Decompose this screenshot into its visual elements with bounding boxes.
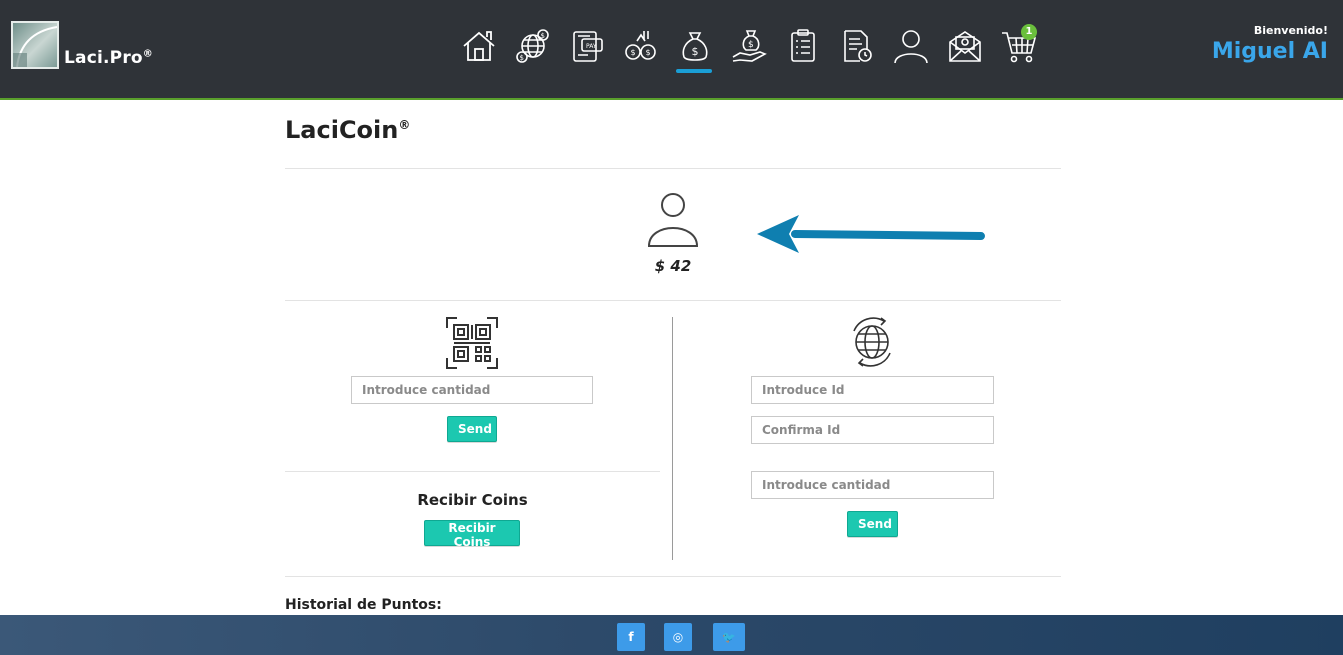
qr-send-button[interactable]: Send: [447, 416, 497, 442]
nav-profile[interactable]: [884, 27, 938, 75]
brand-logo[interactable]: [11, 21, 59, 69]
home-icon: [463, 31, 495, 61]
document-clock-icon: [844, 30, 872, 62]
divider: [285, 576, 1061, 577]
nav-clipboard[interactable]: [776, 27, 830, 75]
confirm-id-input[interactable]: [751, 416, 994, 444]
transfer-send-button[interactable]: Send: [847, 511, 898, 537]
nav-pay[interactable]: PAY: [560, 27, 614, 75]
facebook-link[interactable]: f: [617, 623, 645, 651]
svg-text:$: $: [748, 40, 754, 50]
welcome-greeting: Bienvenido!: [1253, 24, 1328, 37]
svg-text:$: $: [692, 45, 699, 58]
pay-wallet-icon: PAY: [573, 31, 603, 62]
qr-code-icon: [446, 317, 498, 369]
nav-laci-coin[interactable]: $: [668, 27, 722, 75]
mail-icon: [949, 31, 981, 62]
svg-text:$: $: [541, 32, 545, 40]
money-hand-icon: $: [732, 30, 767, 62]
facebook-icon: f: [628, 630, 634, 644]
nav-document-history[interactable]: [830, 27, 884, 75]
clipboard-list-icon: [791, 29, 815, 62]
divider: [285, 300, 1061, 301]
cart-count-badge: 1: [1021, 24, 1037, 40]
footer: f ◎ 🐦: [0, 615, 1343, 655]
nav-money-hand[interactable]: $: [722, 27, 776, 75]
nav-home[interactable]: [452, 27, 506, 75]
twitter-icon: 🐦: [722, 630, 736, 644]
top-navbar: Laci.Pro® $ $ PAY $ $ $ $ 1 Bienvenido! …: [0, 0, 1343, 100]
nav-coins-exchange[interactable]: $ $: [614, 27, 668, 75]
page-title: LaciCoin®: [285, 116, 411, 144]
divider: [285, 471, 660, 472]
recipient-id-input[interactable]: [751, 376, 994, 404]
coins-exchange-icon: $ $: [625, 31, 656, 60]
twitter-link[interactable]: 🐦: [713, 623, 745, 651]
nav-messages[interactable]: [938, 27, 992, 75]
svg-text:$: $: [631, 48, 636, 57]
transfer-amount-input[interactable]: [751, 471, 994, 499]
user-icon: [894, 30, 928, 64]
main-nav: $ $ PAY $ $ $ $ 1: [452, 24, 1046, 75]
svg-text:$: $: [520, 54, 524, 62]
account-user-icon: [647, 193, 699, 247]
svg-text:$: $: [646, 48, 651, 57]
divider: [285, 168, 1061, 169]
nav-global-exchange[interactable]: $ $: [506, 27, 560, 75]
points-history-title: Historial de Puntos:: [285, 597, 442, 613]
svg-text:PAY: PAY: [586, 43, 597, 50]
coin-balance: $ 42: [654, 257, 692, 275]
nav-cart[interactable]: 1: [992, 24, 1046, 75]
vertical-divider: [672, 317, 673, 560]
welcome-block: Bienvenido! Miguel AI: [1212, 24, 1328, 64]
receive-amount-input[interactable]: [351, 376, 593, 404]
receive-coins-title: Recibir Coins: [417, 491, 528, 509]
user-name[interactable]: Miguel AI: [1212, 39, 1328, 64]
receive-coins-button[interactable]: Recibir Coins: [424, 520, 520, 549]
money-bag-icon: $: [682, 32, 708, 61]
main-content: LaciCoin® $ 42 Send Recibir Coins Recibi…: [285, 102, 1061, 615]
arrow-left-icon: [757, 215, 985, 253]
instagram-link[interactable]: ◎: [664, 623, 692, 651]
instagram-icon: ◎: [672, 630, 684, 644]
brand-name[interactable]: Laci.Pro®: [64, 48, 153, 68]
globe-transfer-icon: [853, 317, 891, 367]
global-exchange-icon: $$: [516, 29, 549, 63]
